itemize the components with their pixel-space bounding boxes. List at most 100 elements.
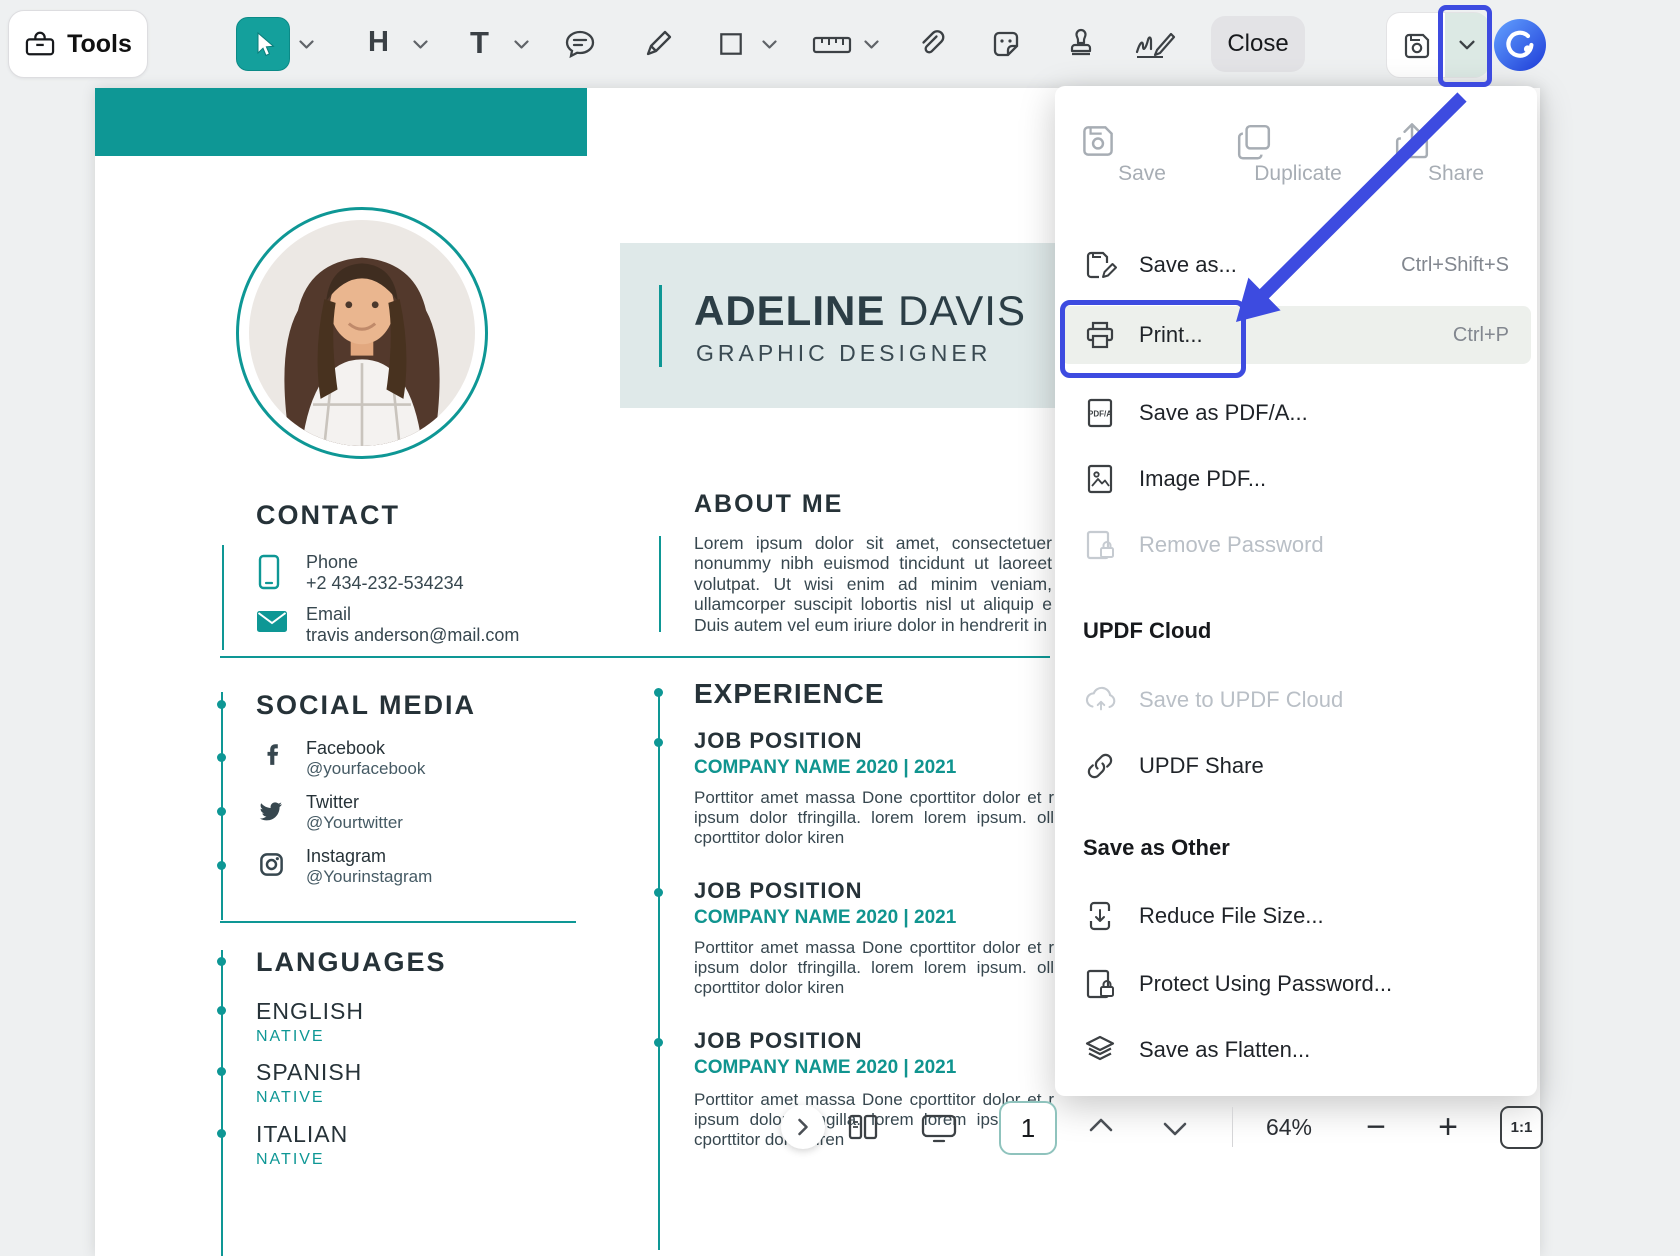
- menu-item-save-as-flatten[interactable]: Save as Flatten...: [1061, 1021, 1531, 1079]
- cloud-upload-icon: [1083, 683, 1117, 717]
- pen-tool-button[interactable]: [641, 27, 675, 61]
- social-header-dot: [217, 700, 226, 709]
- menu-item-label: Save as PDF/A...: [1139, 400, 1308, 426]
- experience-header: EXPERIENCE: [694, 678, 885, 710]
- language-name: ITALIAN: [256, 1121, 348, 1148]
- social-handle: @yourfacebook: [306, 759, 425, 779]
- expand-chevron-icon: [797, 1118, 809, 1136]
- text-tool-chevron[interactable]: [514, 40, 529, 49]
- menu-item-label: Print...: [1139, 322, 1203, 348]
- quick-action-duplicate[interactable]: Duplicate: [1233, 120, 1363, 186]
- signature-tool-button[interactable]: [1133, 26, 1179, 62]
- zoom-level-control[interactable]: 64%: [1254, 1113, 1324, 1141]
- languages-header: LANGUAGES: [256, 947, 447, 978]
- resume-last-name: DAVIS: [898, 287, 1026, 334]
- measure-tool-button[interactable]: [812, 32, 852, 58]
- duplicate-icon: [1233, 120, 1363, 162]
- save-split-button: [1386, 12, 1488, 78]
- select-tool-chevron[interactable]: [299, 40, 314, 49]
- section-divider-2: [220, 921, 576, 923]
- page-number-input[interactable]: 1: [999, 1101, 1057, 1155]
- menu-item-save-as-pdfa[interactable]: PDF/A Save as PDF/A...: [1061, 384, 1531, 442]
- languages-timeline: [221, 950, 223, 1256]
- contact-header: CONTACT: [256, 500, 400, 531]
- tools-icon: [24, 30, 56, 58]
- flatten-layers-icon: [1083, 1033, 1117, 1067]
- facebook-icon: [261, 740, 287, 768]
- experience-timeline: [658, 690, 660, 1250]
- quick-action-label: Duplicate: [1233, 162, 1363, 186]
- language-level: NATIVE: [256, 1151, 325, 1169]
- shape-tool-chevron[interactable]: [762, 40, 777, 49]
- social-handle: @Yourtwitter: [306, 813, 403, 833]
- quick-action-save[interactable]: Save: [1077, 120, 1207, 186]
- social-network-name: Instagram: [306, 846, 386, 867]
- languages-header-dot: [217, 957, 226, 966]
- heading-tool-button[interactable]: H: [368, 26, 389, 59]
- profile-photo: [236, 207, 488, 459]
- job-description: Porttitor amet massa Done cporttitor dol…: [694, 938, 1054, 998]
- menu-item-label: Image PDF...: [1139, 466, 1266, 492]
- zoom-level-value: 64%: [1266, 1114, 1312, 1141]
- menu-item-updf-share[interactable]: UPDF Share: [1061, 737, 1531, 795]
- menu-item-reduce-file-size[interactable]: Reduce File Size...: [1061, 887, 1531, 945]
- job-position: JOB POSITION: [694, 878, 862, 904]
- presentation-button[interactable]: [920, 1112, 958, 1144]
- job-dot: [654, 1038, 663, 1047]
- name-accent-line: [659, 285, 662, 367]
- shape-tool-button[interactable]: [716, 29, 746, 59]
- social-network-name: Facebook: [306, 738, 385, 759]
- actual-size-button[interactable]: 1:1: [1500, 1106, 1543, 1149]
- phone-icon: [258, 554, 280, 590]
- select-tool-button[interactable]: [236, 17, 290, 71]
- sticker-tool-button[interactable]: [989, 27, 1023, 61]
- protect-lock-icon: [1083, 967, 1117, 1001]
- updf-app-window: ADELINE DAVIS GRAPHIC DESIGNER CONTACT P…: [0, 0, 1680, 1256]
- about-header: ABOUT ME: [694, 490, 843, 519]
- job-dot: [654, 738, 663, 747]
- page-up-button[interactable]: [1088, 1117, 1114, 1133]
- stamp-tool-button[interactable]: [1064, 26, 1098, 60]
- about-text: Lorem ipsum dolor sit amet, consectetuer…: [694, 533, 1052, 635]
- heading-tool-chevron[interactable]: [413, 40, 428, 49]
- section-divider-1: [220, 656, 1050, 658]
- tools-button[interactable]: Tools: [8, 10, 148, 78]
- language-dot: [217, 1006, 226, 1015]
- email-icon: [256, 610, 288, 633]
- resume-first-name: ADELINE: [694, 287, 885, 334]
- print-icon: [1083, 318, 1117, 352]
- menu-item-save-to-updf-cloud: Save to UPDF Cloud: [1061, 671, 1531, 729]
- attachment-tool-button[interactable]: [915, 27, 949, 61]
- comment-tool-button[interactable]: [563, 27, 597, 61]
- language-level: NATIVE: [256, 1028, 325, 1046]
- menu-item-print[interactable]: Print... Ctrl+P: [1061, 306, 1531, 364]
- save-icon[interactable]: [1400, 29, 1434, 63]
- resume-job-title: GRAPHIC DESIGNER: [696, 340, 991, 367]
- social-network-name: Twitter: [306, 792, 359, 813]
- menu-item-save-as[interactable]: Save as... Ctrl+Shift+S: [1061, 236, 1531, 294]
- menu-item-protect-using-password[interactable]: Protect Using Password...: [1061, 955, 1531, 1013]
- job-position: JOB POSITION: [694, 1028, 862, 1054]
- quick-action-share[interactable]: Share: [1391, 120, 1521, 186]
- phone-label: Phone: [306, 552, 358, 573]
- text-tool-button[interactable]: T: [470, 25, 489, 61]
- expand-sidebar-button[interactable]: [781, 1105, 825, 1149]
- menu-item-image-pdf[interactable]: Image PDF...: [1061, 450, 1531, 508]
- thumbnails-button[interactable]: [845, 1110, 881, 1144]
- email-value: travis anderson@mail.com: [306, 625, 519, 646]
- page-down-button[interactable]: [1162, 1121, 1188, 1137]
- save-dropdown-chevron[interactable]: [1445, 13, 1489, 77]
- ai-assistant-icon[interactable]: [1494, 19, 1546, 71]
- phone-value: +2 434-232-534234: [306, 573, 464, 594]
- zoom-in-button[interactable]: +: [1428, 1105, 1468, 1149]
- close-button[interactable]: Close: [1211, 16, 1305, 72]
- save-icon: [1077, 120, 1207, 162]
- measure-tool-chevron[interactable]: [864, 40, 879, 49]
- save-as-icon: [1083, 248, 1117, 282]
- zoom-out-button[interactable]: −: [1356, 1105, 1396, 1149]
- actual-size-label: 1:1: [1511, 1119, 1533, 1136]
- social-item-dot: [217, 807, 226, 816]
- contact-divider-line: [222, 545, 224, 650]
- language-level: NATIVE: [256, 1089, 325, 1107]
- job-company: COMPANY NAME 2020 | 2021: [694, 757, 956, 779]
